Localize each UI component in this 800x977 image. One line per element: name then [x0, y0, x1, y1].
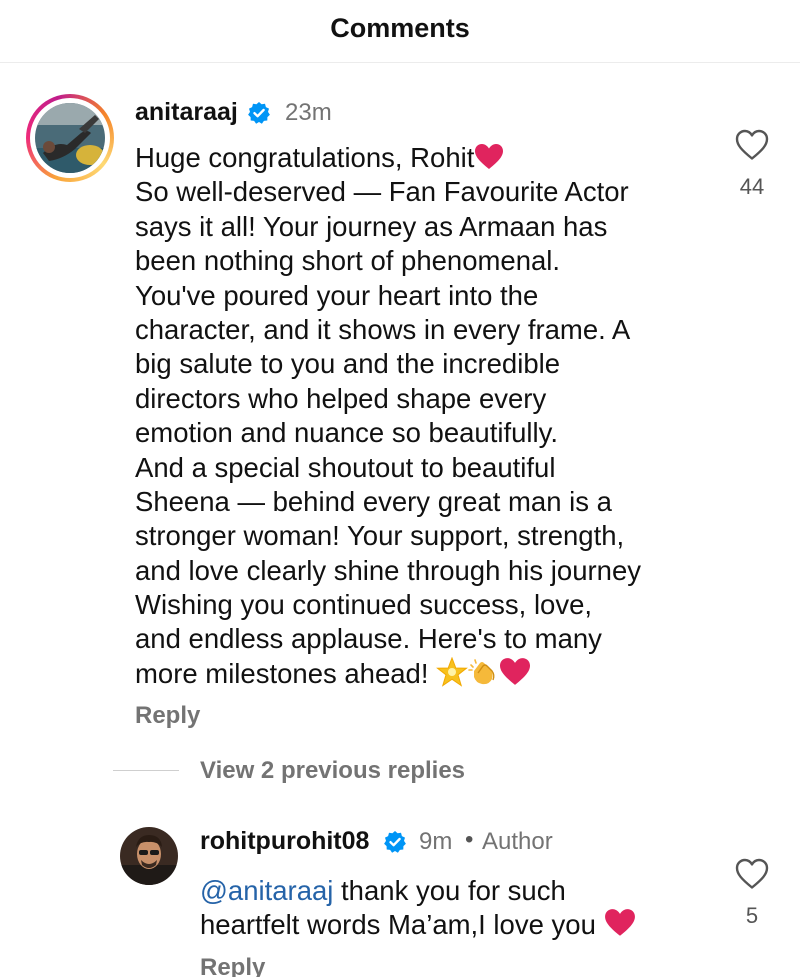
like-heart-icon[interactable] — [735, 129, 769, 161]
verified-badge-icon — [384, 831, 406, 853]
comment-line: Huge congratulations, Rohit — [135, 141, 715, 175]
page-title: Comments — [330, 13, 470, 43]
red-heart-icon — [475, 144, 504, 169]
comment-line: big salute to you and the incredible — [135, 348, 561, 380]
comment-line: emotion and nuance so beautifully. — [135, 417, 558, 449]
comments-header: Comments — [0, 0, 800, 63]
reply-line: @anitaraaj thank you for such — [200, 875, 566, 906]
comment-line: Sheena — behind every great man is a — [135, 485, 612, 517]
clapping-hands-icon — [468, 659, 495, 685]
comment-line: directors who helped shape every — [135, 382, 547, 414]
reply-avatar[interactable] — [120, 827, 178, 885]
replies-divider — [113, 770, 179, 771]
like-count: 44 — [739, 174, 765, 199]
comment-line: stronger woman! Your support, strength, — [135, 520, 625, 552]
avatar — [35, 103, 105, 173]
author-badge: Author — [482, 828, 553, 855]
reply-timestamp: 9m — [419, 828, 453, 855]
comment-username[interactable]: anitaraaj — [135, 98, 238, 127]
view-previous-replies-button[interactable]: View 2 previous replies — [200, 757, 465, 785]
mention-link[interactable]: @anitaraaj — [200, 875, 333, 906]
avatar-photo-icon — [35, 103, 105, 173]
reply-line: heartfelt words Ma’am,I love you — [200, 908, 700, 942]
verified-badge-icon — [248, 102, 270, 124]
meta-separator: • — [465, 826, 474, 853]
reply-button[interactable]: Reply — [135, 702, 200, 730]
comment-timestamp: 23m — [285, 99, 332, 126]
comment-line: more milestones ahead! — [135, 656, 715, 691]
avatar-photo-icon — [120, 827, 178, 885]
reply-button[interactable]: Reply — [200, 954, 265, 977]
comment-line: character, and it shows in every frame. … — [135, 313, 631, 345]
comment-line: and endless applause. Here's to many — [135, 623, 602, 655]
comment-line: And a special shoutout to beautiful — [135, 451, 556, 483]
comment-line: So well-deserved — Fan Favourite Actor — [135, 176, 629, 208]
like-count: 5 — [745, 903, 759, 928]
comment-line: You've poured your heart into the — [135, 279, 539, 311]
red-heart-icon — [500, 657, 531, 685]
like-heart-icon[interactable] — [735, 858, 769, 890]
avatar-story-ring[interactable] — [26, 94, 114, 182]
comment-line: Wishing you continued success, love, — [135, 589, 593, 621]
comment-line: says it all! Your journey as Armaan has — [135, 210, 608, 242]
red-heart-icon — [604, 909, 635, 937]
comment-text: Huge congratulations, Rohit So well-dese… — [135, 141, 715, 691]
comment-line: been nothing short of phenomenal. — [135, 245, 561, 277]
comment-line: and love clearly shine through his journ… — [135, 554, 641, 586]
reply-text: @anitaraaj thank you for such heartfelt … — [200, 874, 700, 943]
reply-username[interactable]: rohitpurohit08 — [200, 827, 369, 856]
glowing-star-icon — [436, 656, 469, 687]
comments-screen: Comments anitaraaj 23m Huge congratulati… — [0, 0, 800, 977]
